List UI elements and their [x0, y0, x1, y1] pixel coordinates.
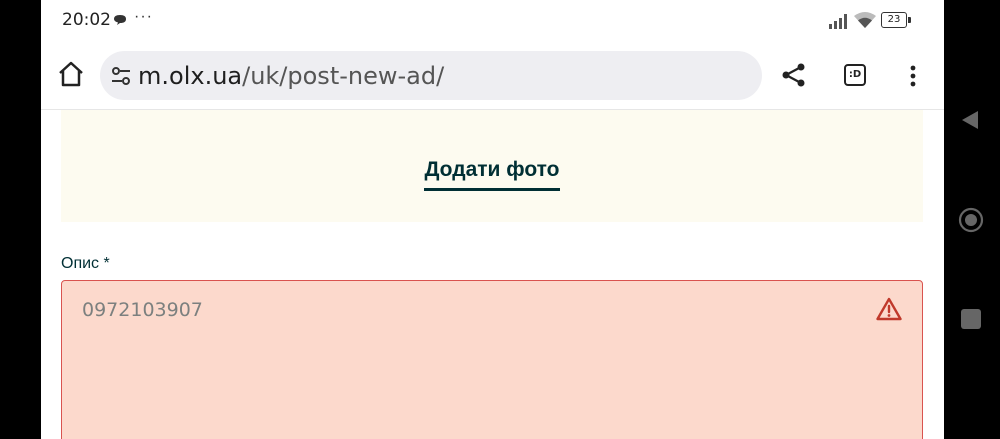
wifi-icon [854, 12, 876, 28]
share-icon[interactable] [781, 62, 807, 88]
status-bar: 20:02 ··· 23 [41, 0, 944, 40]
browser-toolbar: m.olx.ua/uk/post-new-ad/ :D [41, 40, 944, 110]
description-textarea[interactable]: 0972103907 [61, 280, 923, 439]
photo-upload-area: Додати фото [61, 110, 923, 222]
home-circle-icon[interactable] [958, 207, 984, 233]
add-photo-container: Додати фото [61, 158, 923, 191]
url-host: m.olx.ua [138, 62, 243, 90]
url-text[interactable]: m.olx.ua/uk/post-new-ad/ [138, 62, 444, 90]
home-icon[interactable] [57, 60, 85, 88]
site-settings-icon[interactable] [110, 65, 132, 87]
status-overflow: ··· [134, 8, 153, 25]
address-bar[interactable]: m.olx.ua/uk/post-new-ad/ [100, 51, 762, 100]
warning-icon [876, 297, 902, 321]
recents-icon[interactable] [961, 309, 981, 329]
url-path: /uk/post-new-ad/ [242, 62, 445, 90]
signal-icon [829, 14, 847, 29]
description-value: 0972103907 [82, 299, 203, 321]
add-photo-button[interactable]: Додати фото [424, 158, 560, 191]
description-label: Опис * [61, 255, 110, 272]
battery-level: 23 [881, 12, 907, 28]
phone-screen: 20:02 ··· 23 m.olx.ua/uk/post-new-ad/:D… [41, 0, 944, 439]
status-time: 20:02 [62, 10, 111, 30]
back-icon[interactable] [960, 109, 980, 131]
more-vert-icon[interactable] [903, 64, 923, 88]
battery-icon: 23 [881, 12, 911, 28]
chat-icon [114, 15, 126, 25]
tab-switcher-icon[interactable]: :D [844, 64, 866, 86]
